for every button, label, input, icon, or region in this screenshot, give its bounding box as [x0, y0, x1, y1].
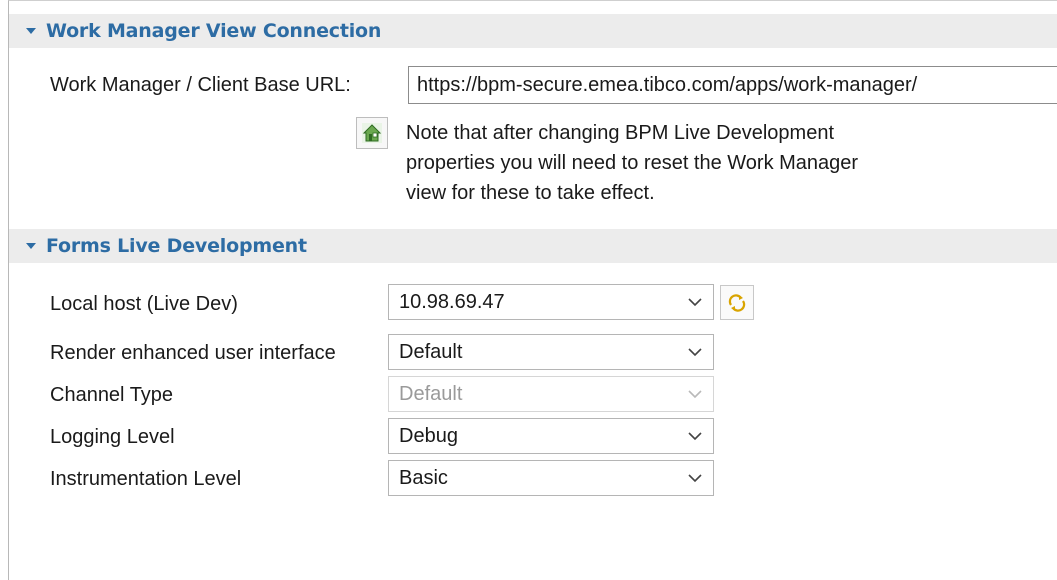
url-label: Work Manager / Client Base URL:	[50, 74, 351, 96]
client-base-url-input[interactable]	[408, 66, 1057, 104]
local-host-combo[interactable]: 10.98.69.47	[388, 284, 714, 320]
note-line: view for these to take effect.	[406, 182, 655, 204]
section-header-forms-live[interactable]: Forms Live Development	[9, 229, 1057, 263]
home-info-icon	[362, 123, 382, 143]
field-label-logging-level: Logging Level	[50, 426, 175, 448]
chevron-down-icon[interactable]	[677, 285, 713, 319]
field-label-render-ui: Render enhanced user interface	[50, 342, 336, 364]
chevron-down-icon[interactable]	[677, 461, 713, 495]
combo-value: 10.98.69.47	[399, 290, 505, 313]
refresh-icon	[728, 293, 746, 312]
field-label-channel-type: Channel Type	[50, 384, 174, 406]
chevron-down-icon	[677, 377, 713, 411]
combo-value: Default	[399, 340, 463, 363]
restart-note: Note that after changing BPM Live Develo…	[406, 118, 966, 208]
note-line: properties you will need to reset the Wo…	[406, 152, 859, 174]
collapse-toggle-icon[interactable]	[26, 243, 36, 249]
combo-value: Debug	[399, 424, 458, 447]
collapse-toggle-icon[interactable]	[26, 28, 36, 34]
section-title: Work Manager View Connection	[46, 20, 382, 42]
render-ui-combo[interactable]: Default	[388, 334, 714, 370]
chevron-down-icon[interactable]	[677, 419, 713, 453]
field-label-instrumentation-level: Instrumentation Level	[50, 468, 242, 490]
combo-value: Default	[399, 382, 463, 405]
section-title: Forms Live Development	[46, 235, 307, 257]
logging-level-combo[interactable]: Debug	[388, 418, 714, 454]
chevron-down-icon[interactable]	[677, 335, 713, 369]
info-button[interactable]	[356, 117, 388, 149]
refresh-button[interactable]	[720, 285, 754, 320]
channel-type-combo: Default	[388, 376, 714, 412]
instrumentation-level-combo[interactable]: Basic	[388, 460, 714, 496]
field-label-local-host: Local host (Live Dev)	[50, 293, 238, 315]
note-line: Note that after changing BPM Live Develo…	[406, 122, 835, 144]
combo-value: Basic	[399, 466, 448, 489]
section-header-work-manager[interactable]: Work Manager View Connection	[9, 14, 1057, 48]
